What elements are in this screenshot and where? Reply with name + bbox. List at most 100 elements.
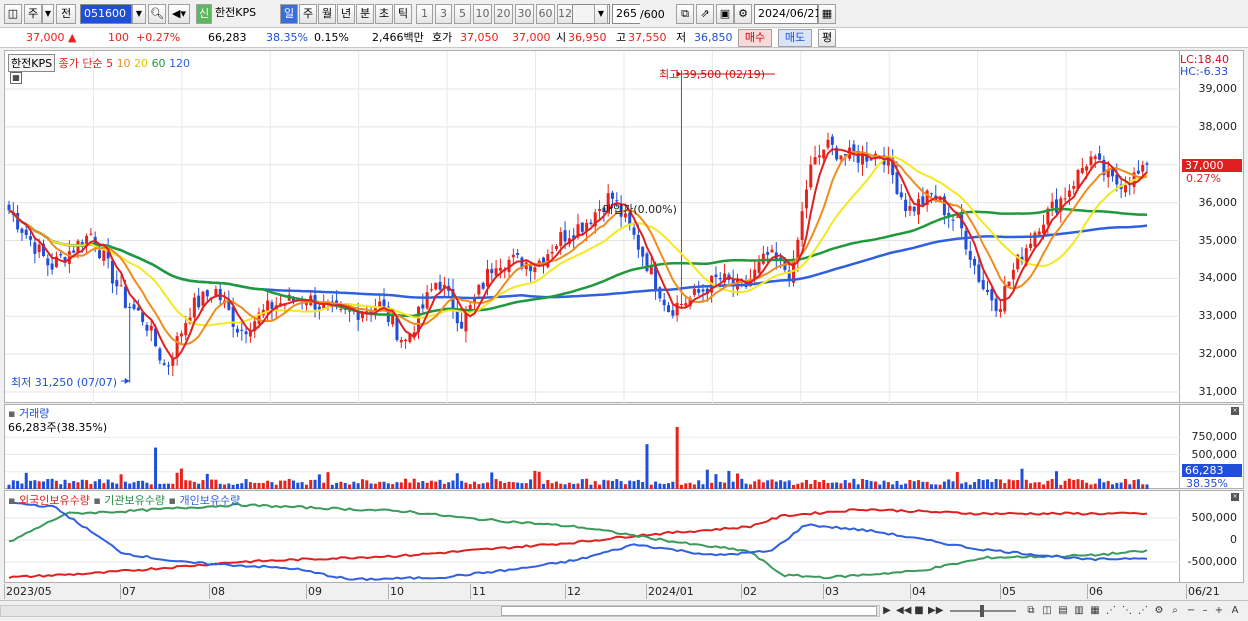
- count-input[interactable]: 265: [612, 4, 640, 24]
- zoom-slider[interactable]: [950, 605, 1016, 617]
- candle-body: [175, 336, 179, 358]
- period-button-2[interactable]: 월: [318, 4, 336, 24]
- price-panel[interactable]: 한전KPS 종가 단순 5 10 20 60 120 ▦ 최고 39,500 (…: [4, 50, 1181, 404]
- low-arrow-head: [124, 378, 130, 384]
- trend-icon-2[interactable]: ⋱: [1120, 604, 1134, 618]
- trend-icon-3[interactable]: ⋰: [1136, 604, 1150, 618]
- interval-button-1[interactable]: 1: [416, 4, 433, 24]
- open-text: 36,950: [568, 31, 607, 44]
- low-annotation: 최저 31,250 (07/07): [11, 374, 117, 390]
- speaker-icon[interactable]: ◀▾: [168, 4, 190, 24]
- volume-bar: [723, 482, 727, 489]
- grid-icon[interactable]: ▦: [1088, 604, 1102, 618]
- trend-icon-1[interactable]: ⋰: [1104, 604, 1118, 618]
- code-dropdown-icon[interactable]: ▼: [132, 4, 146, 24]
- compare-chart-icon[interactable]: ▥: [1072, 604, 1086, 618]
- scroll-right-icon[interactable]: ▶: [880, 604, 894, 618]
- candle-body: [136, 307, 140, 311]
- zoom-slider-handle[interactable]: [980, 605, 984, 617]
- volume-bar: [33, 480, 37, 489]
- chart-type-icon[interactable]: ⧉: [676, 4, 694, 24]
- interval-button-20[interactable]: 20: [494, 4, 513, 24]
- volume-bar: [809, 483, 813, 489]
- sell-button[interactable]: 매도: [778, 29, 812, 47]
- flat-button[interactable]: 평: [818, 29, 836, 47]
- volume-bar: [11, 480, 15, 489]
- zoom-icon[interactable]: ⌕: [1168, 604, 1182, 618]
- play-icon[interactable]: ▶▶: [928, 604, 943, 618]
- volume-bar: [787, 480, 791, 489]
- period-button-4[interactable]: 분: [356, 4, 374, 24]
- volume-bar: [447, 482, 451, 489]
- dash-icon[interactable]: –: [1198, 604, 1212, 618]
- volume-bar: [572, 483, 576, 489]
- window-split-icon[interactable]: ◫: [1040, 604, 1054, 618]
- x-axis-label: 10: [390, 585, 404, 598]
- interval-button-10[interactable]: 10: [473, 4, 492, 24]
- volume-bar: [41, 481, 45, 489]
- volume-bar: [779, 480, 783, 489]
- font-size-icon[interactable]: A: [1228, 604, 1242, 618]
- stock-code-input[interactable]: 051600: [80, 4, 132, 24]
- period-button-3[interactable]: 년: [337, 4, 355, 24]
- gear-icon[interactable]: ⚙: [734, 4, 752, 24]
- candle-body: [128, 306, 132, 308]
- bid-label: 호가: [432, 30, 452, 46]
- buy-button[interactable]: 매수: [738, 29, 772, 47]
- interval-button-5[interactable]: 5: [454, 4, 471, 24]
- high-price: 37,550: [628, 30, 667, 46]
- volume-panel[interactable]: ▪ 거래량 66,283주(38.35%): [4, 404, 1181, 489]
- holdings-panel[interactable]: ▪ 외국인보유수량 ▪ 기관보유수량 ▪ 개인보유수량: [4, 490, 1181, 583]
- window-icon[interactable]: ◫: [4, 4, 22, 24]
- candle-body: [498, 267, 502, 271]
- draw-icon[interactable]: ⇗: [696, 4, 714, 24]
- stock-code-value: 051600: [84, 7, 126, 20]
- minus-icon[interactable]: −: [1184, 604, 1198, 618]
- candle-body: [197, 295, 201, 308]
- chevron-down-icon[interactable]: ▼: [42, 4, 54, 24]
- date-input[interactable]: 2024/06/21: [754, 4, 821, 24]
- volume-bar: [977, 478, 981, 489]
- period-type-select[interactable]: 주: [24, 4, 42, 24]
- interval-button-60[interactable]: 60: [536, 4, 555, 24]
- grid-toggle-icon[interactable]: ▦: [10, 72, 22, 84]
- period-button-5[interactable]: 초: [375, 4, 393, 24]
- legend-ma120: 120: [169, 57, 191, 70]
- holdings-close-icon[interactable]: ×: [1231, 493, 1239, 501]
- volume-bar: [947, 479, 951, 489]
- candle-body: [839, 155, 843, 160]
- volume-bar: [20, 483, 24, 489]
- compare-button[interactable]: 전: [56, 4, 76, 24]
- period-button-6[interactable]: 틱: [394, 4, 412, 24]
- settings-icon[interactable]: ⚙: [1152, 604, 1166, 618]
- interval-dropdown-icon[interactable]: ▼: [594, 4, 608, 24]
- layout-icon[interactable]: ▤: [1056, 604, 1070, 618]
- plus-icon[interactable]: +: [1212, 604, 1226, 618]
- interval-button-3[interactable]: 3: [435, 4, 452, 24]
- legend-individual: 개인보유수량: [179, 494, 241, 507]
- stop-icon[interactable]: ■: [912, 604, 926, 618]
- candle-body: [826, 139, 830, 148]
- save-icon[interactable]: ▣: [716, 4, 734, 24]
- volume-bar: [753, 481, 757, 489]
- copy-icon[interactable]: ⧉: [1024, 604, 1038, 618]
- search-icon[interactable]: 🔍︎: [148, 4, 166, 24]
- volume-bar: [292, 480, 295, 489]
- volume-bar: [792, 484, 796, 489]
- hc-text: HC:-6.33: [1180, 65, 1229, 78]
- volume-bar: [852, 478, 856, 489]
- period-button-0[interactable]: 일: [280, 4, 298, 24]
- candle-body: [378, 301, 382, 307]
- volume-bar: [602, 479, 606, 489]
- volume-bar: [744, 483, 748, 489]
- horizontal-scrollbar[interactable]: [0, 605, 880, 617]
- interval-button-30[interactable]: 30: [515, 4, 534, 24]
- rewind-icon[interactable]: ◀◀: [896, 604, 911, 618]
- scrollbar-thumb[interactable]: [501, 606, 877, 616]
- volume-close-icon[interactable]: ×: [1231, 407, 1239, 415]
- period-button-1[interactable]: 주: [299, 4, 317, 24]
- current-price: 37,000 ▲: [26, 30, 76, 46]
- calendar-icon[interactable]: ▦: [818, 4, 836, 24]
- volume-bar: [382, 481, 386, 489]
- candle-body: [132, 304, 136, 309]
